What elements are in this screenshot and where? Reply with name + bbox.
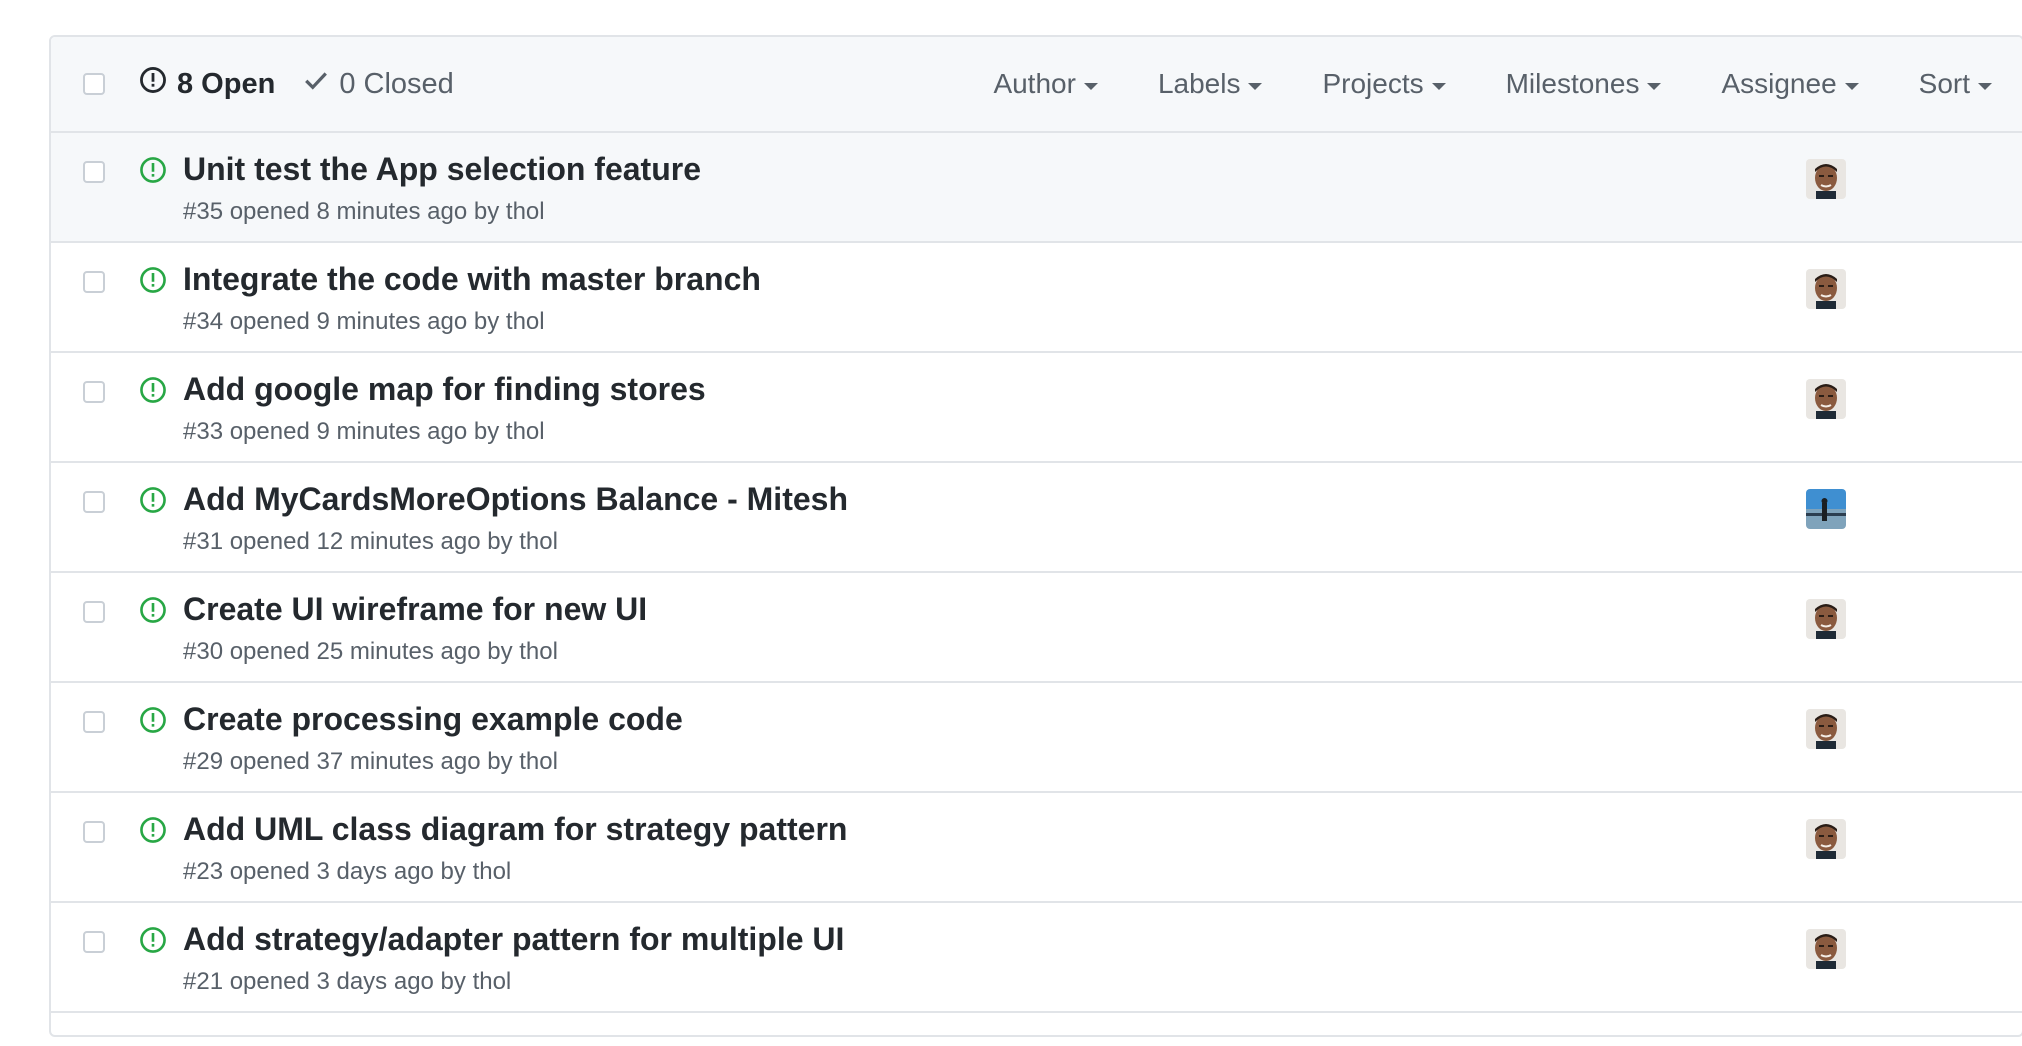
issue-opened-icon	[139, 66, 167, 102]
assignee-avatar[interactable]	[1806, 709, 1846, 749]
caret-down-icon	[1844, 82, 1859, 90]
state-toggle: 8 Open 0 Closed	[139, 66, 482, 102]
issue-checkbox[interactable]	[83, 161, 105, 183]
issue-meta: #29 opened 37 minutes ago by thol	[183, 748, 558, 775]
issue-opened-icon	[139, 376, 167, 409]
issues-list-header: 8 Open 0 Closed Author Labels Projects M…	[51, 37, 2022, 133]
issue-row[interactable]: Create UI wireframe for new UI #30 opene…	[51, 573, 2022, 683]
issue-meta: #35 opened 8 minutes ago by thol	[183, 198, 545, 225]
issues-list: 8 Open 0 Closed Author Labels Projects M…	[49, 35, 2022, 1037]
issue-meta: #30 opened 25 minutes ago by thol	[183, 638, 558, 665]
select-all-checkbox[interactable]	[83, 73, 105, 95]
milestones-filter[interactable]: Milestones	[1506, 68, 1662, 100]
caret-down-icon	[1248, 82, 1263, 90]
issue-opened-icon	[139, 816, 167, 849]
issue-opened-icon	[139, 596, 167, 629]
issue-title-link[interactable]: Create processing example code	[183, 701, 683, 738]
caret-down-icon	[1083, 82, 1098, 90]
assignee-avatar[interactable]	[1806, 379, 1846, 419]
sort-filter[interactable]: Sort	[1919, 68, 1992, 100]
issue-opened-icon	[139, 706, 167, 739]
issue-title-link[interactable]: Add strategy/adapter pattern for multipl…	[183, 921, 844, 958]
issue-meta: #31 opened 12 minutes ago by thol	[183, 528, 558, 555]
issue-row[interactable]: Unit test the App selection feature #35 …	[51, 133, 2022, 243]
issue-checkbox[interactable]	[83, 821, 105, 843]
open-count-label: 8 Open	[177, 67, 276, 100]
assignee-avatar[interactable]	[1806, 819, 1846, 859]
labels-filter-label: Labels	[1157, 68, 1241, 99]
labels-filter[interactable]: Labels	[1158, 68, 1263, 100]
filters-bar: Author Labels Projects Milestones Assign…	[933, 68, 1992, 100]
milestones-filter-label: Milestones	[1505, 68, 1640, 99]
check-icon	[303, 67, 329, 101]
assignee-avatar[interactable]	[1806, 159, 1846, 199]
issue-opened-icon	[139, 926, 167, 959]
issue-title-link[interactable]: Create UI wireframe for new UI	[183, 591, 647, 628]
issue-row[interactable]: Add UML class diagram for strategy patte…	[51, 793, 2022, 903]
assignee-avatar[interactable]	[1806, 929, 1846, 969]
issue-meta: #33 opened 9 minutes ago by thol	[183, 418, 545, 445]
assignee-filter[interactable]: Assignee	[1721, 68, 1859, 100]
caret-down-icon	[1431, 82, 1446, 90]
issue-row[interactable]: Add strategy/adapter pattern for multipl…	[51, 903, 2022, 1013]
issue-opened-icon	[139, 486, 167, 519]
open-issues-tab[interactable]: 8 Open	[139, 66, 275, 102]
caret-down-icon	[1978, 82, 1992, 90]
issue-meta: #34 opened 9 minutes ago by thol	[183, 308, 545, 335]
issue-checkbox[interactable]	[83, 711, 105, 733]
issue-checkbox[interactable]	[83, 381, 105, 403]
issue-row[interactable]: Add MyCardsMoreOptions Balance - Mitesh …	[51, 463, 2022, 573]
issues-rows: Unit test the App selection feature #35 …	[51, 133, 2022, 1013]
issue-meta: #23 opened 3 days ago by thol	[183, 858, 512, 885]
issue-title-link[interactable]: Add google map for finding stores	[183, 371, 706, 408]
issue-title-link[interactable]: Add MyCardsMoreOptions Balance - Mitesh	[183, 481, 848, 518]
closed-count-label: 0 Closed	[339, 67, 454, 100]
issue-row[interactable]: Create processing example code #29 opene…	[51, 683, 2022, 793]
issue-checkbox[interactable]	[83, 271, 105, 293]
assignee-avatar[interactable]	[1806, 489, 1846, 529]
issue-opened-icon	[139, 266, 167, 299]
author-filter-label: Author	[993, 68, 1076, 99]
issue-row[interactable]: Add google map for finding stores #33 op…	[51, 353, 2022, 463]
projects-filter[interactable]: Projects	[1322, 68, 1446, 100]
assignee-avatar[interactable]	[1806, 269, 1846, 309]
closed-issues-tab[interactable]: 0 Closed	[303, 67, 454, 101]
issue-checkbox[interactable]	[83, 601, 105, 623]
issue-title-link[interactable]: Integrate the code with master branch	[183, 261, 761, 298]
issue-opened-icon	[139, 156, 167, 189]
assignee-avatar[interactable]	[1806, 599, 1846, 639]
assignee-filter-label: Assignee	[1721, 68, 1837, 99]
projects-filter-label: Projects	[1322, 68, 1424, 99]
issue-title-link[interactable]: Unit test the App selection feature	[183, 151, 701, 188]
caret-down-icon	[1647, 82, 1662, 90]
sort-filter-label: Sort	[1918, 68, 1970, 99]
issue-checkbox[interactable]	[83, 491, 105, 513]
author-filter[interactable]: Author	[993, 68, 1098, 100]
issue-row[interactable]: Integrate the code with master branch #3…	[51, 243, 2022, 353]
issue-meta: #21 opened 3 days ago by thol	[183, 968, 512, 995]
issue-checkbox[interactable]	[83, 931, 105, 953]
issue-title-link[interactable]: Add UML class diagram for strategy patte…	[183, 811, 847, 848]
